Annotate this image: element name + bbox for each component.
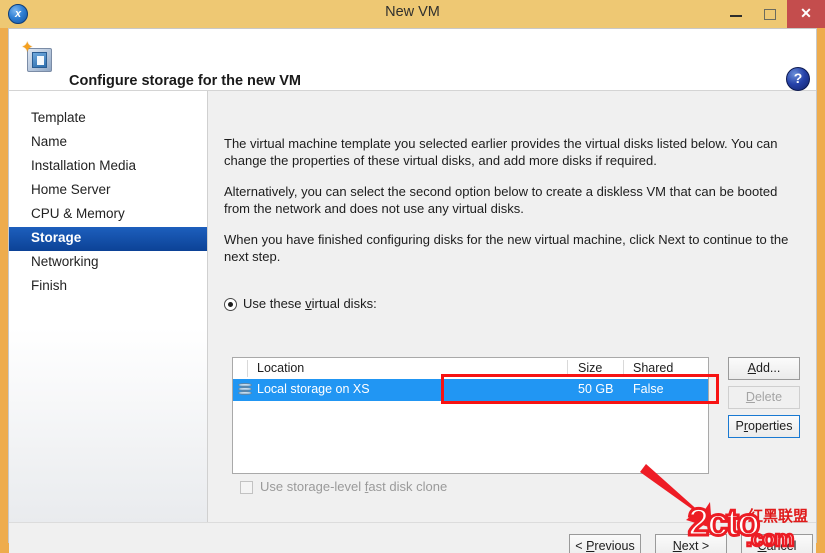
window-title: New VM xyxy=(385,4,440,20)
column-header-size[interactable]: Size xyxy=(578,361,602,375)
table-row[interactable]: Local storage on XS 50 GB False xyxy=(233,379,708,401)
column-header-shared[interactable]: Shared xyxy=(633,361,673,375)
properties-button[interactable]: Properties xyxy=(728,415,800,438)
sidebar-item-finish[interactable]: Finish xyxy=(9,275,207,299)
sidebar-item-template[interactable]: Template xyxy=(9,107,207,131)
sidebar-item-label: Installation Media xyxy=(31,158,137,173)
main-panel: The virtual machine template you selecte… xyxy=(208,91,816,541)
dialog-header: ✦ Configure storage for the new VM ? xyxy=(9,29,816,91)
new-vm-wizard-window: x New VM ✕ ✦ Configure storage for the n… xyxy=(0,0,825,553)
column-header-location[interactable]: Location xyxy=(257,361,304,375)
sidebar-item-storage[interactable]: Storage xyxy=(9,227,207,251)
radio-selected-icon xyxy=(224,298,237,311)
wizard-step-list: Template Name Installation Media Home Se… xyxy=(9,91,208,553)
minimize-button[interactable] xyxy=(719,0,753,28)
maximize-button[interactable] xyxy=(753,0,787,28)
cell-shared: False xyxy=(633,382,664,396)
sidebar-item-installation-media[interactable]: Installation Media xyxy=(9,155,207,179)
sidebar-item-label: Template xyxy=(31,110,86,125)
delete-button: Delete xyxy=(728,386,800,409)
sidebar-item-home-server[interactable]: Home Server xyxy=(9,179,207,203)
table-header: Location Size Shared xyxy=(233,358,708,380)
sidebar-item-label: Home Server xyxy=(31,182,111,197)
description-paragraph-2: Alternatively, you can select the second… xyxy=(224,184,778,216)
page-title: Configure storage for the new VM xyxy=(69,73,302,89)
dialog-footer: < Previous Next > Cancel xyxy=(9,522,816,553)
add-button[interactable]: Add... xyxy=(728,357,800,380)
sidebar-item-networking[interactable]: Networking xyxy=(9,251,207,275)
description-paragraph-3: When you have finished configuring disks… xyxy=(224,232,789,264)
cancel-button[interactable]: Cancel xyxy=(741,534,813,553)
minimize-icon xyxy=(730,15,742,17)
maximize-icon xyxy=(764,9,776,20)
close-icon: ✕ xyxy=(800,5,812,21)
cell-size: 50 GB xyxy=(578,382,614,396)
title-bar: x New VM ✕ xyxy=(0,0,825,28)
checkbox-fast-disk-clone-label: Use storage-level fast disk clone xyxy=(260,479,448,494)
sidebar-item-cpu-memory[interactable]: CPU & Memory xyxy=(9,203,207,227)
new-vm-icon: ✦ xyxy=(21,40,57,77)
checkbox-unchecked-icon xyxy=(240,481,253,494)
sidebar-item-label: Networking xyxy=(31,254,99,269)
sidebar-item-label: CPU & Memory xyxy=(31,206,125,221)
dialog-frame: ✦ Configure storage for the new VM ? Tem… xyxy=(8,28,817,553)
next-button[interactable]: Next > xyxy=(655,534,727,553)
previous-button[interactable]: < Previous xyxy=(569,534,641,553)
help-icon[interactable]: ? xyxy=(786,67,810,91)
sidebar-item-label: Storage xyxy=(31,230,82,245)
sidebar-item-name[interactable]: Name xyxy=(9,131,207,155)
description-paragraph-1: The virtual machine template you selecte… xyxy=(224,136,778,168)
disk-icon xyxy=(238,383,252,397)
radio-use-virtual-disks-label: Use these virtual disks: xyxy=(243,296,377,311)
close-button[interactable]: ✕ xyxy=(787,0,825,28)
sidebar-item-label: Finish xyxy=(31,278,68,293)
sidebar-item-label: Name xyxy=(31,134,68,149)
virtual-disks-table[interactable]: Location Size Shared Local storage on XS… xyxy=(232,357,709,474)
cell-location: Local storage on XS xyxy=(257,382,370,396)
